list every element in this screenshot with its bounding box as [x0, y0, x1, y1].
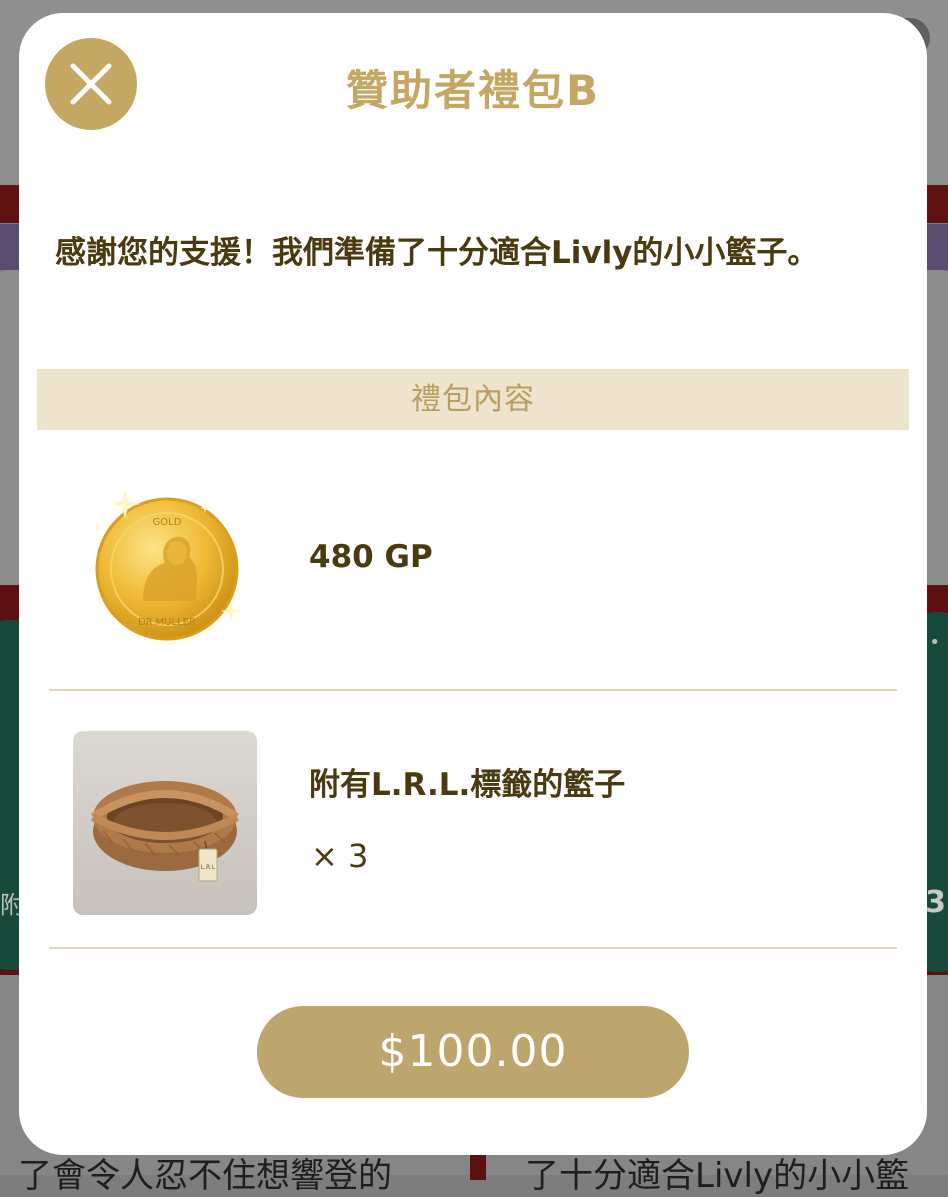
coin-top-text: GOLD — [153, 517, 182, 528]
gold-coin-icon: GOLD DR.MULLER — [85, 483, 255, 653]
modal-title: 贊助者禮包B — [345, 66, 600, 115]
thank-you-message: 感謝您的支援！我們準備了十分適合Livly的小小籃子。 — [55, 235, 819, 271]
coin-bottom-text: DR.MULLER — [138, 617, 196, 628]
basket-icon: L.R.L — [90, 781, 240, 882]
item-basket-quantity: × 3 — [311, 837, 369, 875]
pack-item-gp: GOLD DR.MULLER 480 GP — [49, 443, 897, 691]
basket-thumbnail: L.R.L — [73, 731, 257, 915]
pack-item-basket: L.R.L 附有L.R.L.標籤的籃子 × 3 — [49, 691, 897, 949]
basket-tag-text: L.R.L — [201, 864, 216, 871]
sponsor-pack-modal: 贊助者禮包B 感謝您的支援！我們準備了十分適合Livly的小小籃子。 禮包內容 … — [19, 13, 927, 1155]
item-gp-label: 480 GP — [309, 539, 433, 575]
pack-contents-header: 禮包內容 — [37, 369, 909, 430]
purchase-price-button[interactable]: $100.00 — [257, 1006, 689, 1098]
background-edge-number: 3 — [925, 885, 946, 920]
background-bottom-left-text: 了會令人忍不住想響登的 — [18, 1156, 392, 1196]
item-basket-label: 附有L.R.L.標籤的籃子 — [309, 767, 626, 803]
background-bottom-right-text: 了十分適合Livly的小小籃 — [525, 1156, 910, 1196]
